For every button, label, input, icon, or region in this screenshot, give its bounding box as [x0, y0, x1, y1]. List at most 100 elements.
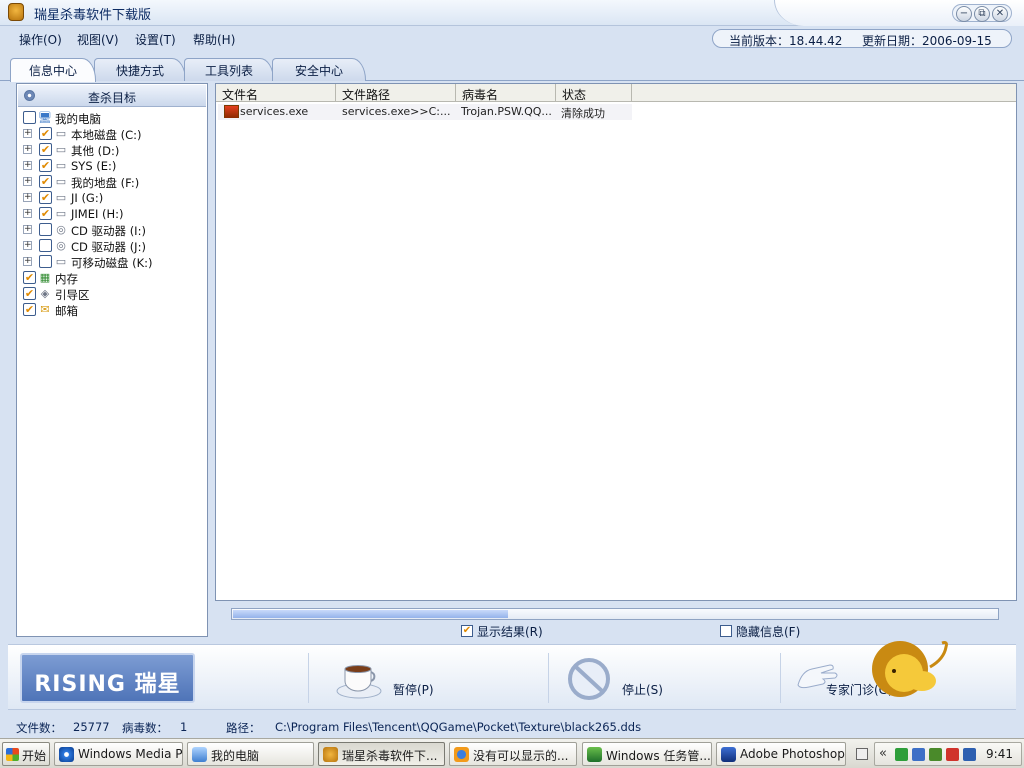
- col-status[interactable]: 状态: [556, 84, 632, 102]
- cell-filename: services.exe: [222, 105, 338, 118]
- menu-operate[interactable]: 操作(O): [19, 31, 62, 48]
- menu-settings[interactable]: 设置(T): [135, 31, 176, 48]
- menu-help[interactable]: 帮助(H): [193, 31, 235, 48]
- tree-item-label: 邮箱: [55, 304, 78, 318]
- taskbar-button-photoshop[interactable]: Adobe Photoshop: [716, 742, 846, 766]
- hide-info-checkbox[interactable]: [720, 625, 732, 637]
- taskbar-label: 我的电脑: [211, 749, 260, 763]
- expand-icon[interactable]: +: [23, 225, 32, 234]
- tree-item-label: 其他 (D:): [71, 144, 120, 158]
- stop-button[interactable]: 停止(S): [566, 655, 696, 703]
- expand-icon[interactable]: +: [23, 145, 32, 154]
- windows-logo-icon: [6, 748, 19, 761]
- scan-target-header[interactable]: 查杀目标: [18, 85, 206, 107]
- action-bar: RISING 瑞星 暂停(P) 停止(S) 专家门诊(G): [8, 641, 1016, 710]
- tree-checkbox[interactable]: [23, 111, 36, 124]
- boot-sector-icon: ◈: [40, 287, 50, 300]
- tree-checkbox[interactable]: ✔: [39, 143, 52, 156]
- media-player-icon: [59, 747, 74, 762]
- col-virus-name[interactable]: 病毒名: [456, 84, 556, 102]
- expand-icon[interactable]: +: [23, 257, 32, 266]
- task-manager-icon: [587, 747, 602, 762]
- removable-disk-icon: ▭: [55, 255, 67, 268]
- files-count-label: 文件数：: [16, 721, 62, 735]
- tree-item-label: CD 驱动器 (I:): [71, 224, 146, 238]
- table-row[interactable]: services.exe services.exe>>C:... Trojan.…: [218, 104, 632, 120]
- expand-icon[interactable]: +: [23, 129, 32, 138]
- virus-count-value: 1: [180, 720, 188, 734]
- clock[interactable]: 9:41: [986, 747, 1013, 761]
- tree-item-label: 可移动磁盘 (K:): [71, 256, 153, 270]
- tree-checkbox[interactable]: ✔: [23, 287, 36, 300]
- tree-checkbox[interactable]: [39, 255, 52, 268]
- tab-shortcuts[interactable]: 快捷方式: [94, 58, 186, 81]
- tab-info-center[interactable]: 信息中心: [10, 58, 96, 82]
- rising-lion-icon: [8, 3, 24, 21]
- tree-checkbox[interactable]: [39, 223, 52, 236]
- divider: [308, 653, 309, 703]
- hide-info-label: 隐藏信息(F): [736, 625, 801, 639]
- taskbar-button-my-computer[interactable]: 我的电脑: [187, 742, 314, 766]
- col-filepath[interactable]: 文件路径: [336, 84, 456, 102]
- taskbar-button-rising[interactable]: 瑞星杀毒软件下...: [318, 742, 445, 766]
- tree-checkbox[interactable]: ✔: [39, 175, 52, 188]
- tree-checkbox[interactable]: ✔: [39, 207, 52, 220]
- scan-progress-bar: [231, 608, 999, 620]
- tree-checkbox[interactable]: ✔: [39, 159, 52, 172]
- start-button[interactable]: 开始: [2, 742, 50, 766]
- restore-button[interactable]: ⧉: [974, 6, 990, 22]
- network-icon[interactable]: [895, 748, 908, 761]
- pause-button[interactable]: 暂停(P): [334, 655, 464, 703]
- tree-checkbox[interactable]: ✔: [23, 271, 36, 284]
- show-results-checkbox[interactable]: ✔: [461, 625, 473, 637]
- stop-sign-icon: [568, 658, 610, 700]
- tree-item-label: 引导区: [55, 288, 90, 302]
- keyboard-layout-icon[interactable]: [856, 748, 868, 760]
- mail-icon: ✉: [40, 303, 50, 316]
- main-window: 瑞星杀毒软件下载版 − ⧉ ✕ 操作(O) 视图(V) 设置(T) 帮助(H) …: [0, 0, 1024, 738]
- taskbar-button-browser[interactable]: 没有可以显示的...: [449, 742, 577, 766]
- cell-filename-text: services.exe: [240, 105, 309, 118]
- rising-logo: RISING 瑞星: [20, 653, 195, 703]
- divider: [548, 653, 549, 703]
- tree-checkbox[interactable]: ✔: [39, 191, 52, 204]
- display-icon[interactable]: [912, 748, 925, 761]
- tree-item-label: SYS (E:): [71, 159, 117, 173]
- expert-clinic-button[interactable]: 专家门诊(G): [792, 641, 1002, 703]
- expand-icon[interactable]: +: [23, 241, 32, 250]
- computer-icon: 🖥: [38, 111, 52, 124]
- show-hidden-icons-button[interactable]: «: [879, 746, 887, 761]
- taskbar-label: Windows 任务管...: [606, 749, 711, 763]
- results-list[interactable]: 文件名 文件路径 病毒名 状态 services.exe services.ex…: [215, 83, 1017, 601]
- close-button[interactable]: ✕: [992, 6, 1008, 22]
- tree-checkbox[interactable]: [39, 239, 52, 252]
- shield-tray-icon[interactable]: [929, 748, 942, 761]
- menu-view[interactable]: 视图(V): [77, 31, 119, 48]
- tree-checkbox[interactable]: ✔: [23, 303, 36, 316]
- expand-icon[interactable]: +: [23, 209, 32, 218]
- tree-item-label: JIMEI (H:): [71, 207, 124, 221]
- expand-icon[interactable]: +: [23, 177, 32, 186]
- security-alert-icon[interactable]: [946, 748, 959, 761]
- results-header: 文件名 文件路径 病毒名 状态: [216, 84, 1016, 102]
- tree-checkbox[interactable]: ✔: [39, 127, 52, 140]
- hard-drive-icon: ▭: [55, 143, 67, 156]
- expand-icon[interactable]: +: [23, 193, 32, 202]
- browser-icon: [454, 747, 469, 762]
- update-date: 更新日期：2006-09-15: [862, 34, 992, 48]
- taskbar-button-task-manager[interactable]: Windows 任务管...: [582, 742, 712, 766]
- pause-label: 暂停(P): [393, 683, 434, 697]
- monitor-tray-icon[interactable]: [963, 748, 976, 761]
- scan-target-title: 查杀目标: [87, 91, 136, 105]
- lion-mascot-icon: [872, 641, 948, 697]
- tab-security-center[interactable]: 安全中心: [272, 58, 366, 81]
- col-filename[interactable]: 文件名: [216, 84, 336, 102]
- title-bar[interactable]: 瑞星杀毒软件下载版 − ⧉ ✕: [0, 0, 1024, 26]
- minimize-button[interactable]: −: [956, 6, 972, 22]
- tab-tool-list[interactable]: 工具列表: [184, 58, 274, 81]
- expand-icon[interactable]: +: [23, 161, 32, 170]
- coffee-cup-icon: [336, 665, 382, 699]
- window-title: 瑞星杀毒软件下载版: [34, 8, 152, 23]
- menu-bar: 操作(O) 视图(V) 设置(T) 帮助(H) 当前版本：18.44.42 更新…: [0, 27, 1024, 51]
- taskbar-button-media-player[interactable]: Windows Media Pl...: [54, 742, 183, 766]
